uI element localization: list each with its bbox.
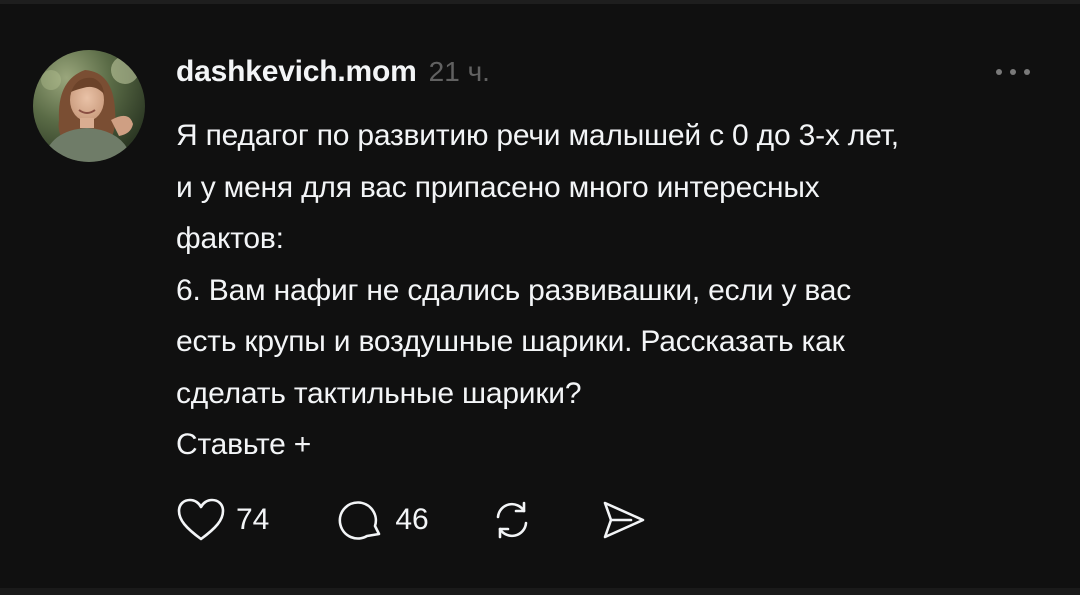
avatar[interactable] [33,50,145,162]
bottom-divider [0,588,1080,595]
heart-icon [176,497,226,543]
post-text-line: фактов: [176,222,284,255]
more-horizontal-icon-dot [1010,69,1016,75]
share-button[interactable] [599,498,647,542]
send-icon [599,498,647,542]
comment-button[interactable]: 46 [337,496,429,544]
like-button[interactable]: 74 [176,497,269,543]
post-text-line: есть крупы и воздушные шарики. Рассказат… [176,325,845,358]
post-actions: 74 46 [176,492,647,548]
more-horizontal-icon [996,69,1002,75]
post-text-line: сделать тактильные шарики? [176,376,582,410]
speech-bubble-icon [337,496,385,544]
post-text-line: и у меня для вас припасено много интерес… [176,170,820,204]
more-horizontal-icon-dot [1024,69,1030,75]
username[interactable]: dashkevich.mom [176,55,417,89]
comment-count: 46 [395,503,429,536]
repost-button[interactable] [489,497,535,543]
more-options-button[interactable] [986,60,1040,84]
timestamp: 21 ч. [428,56,490,87]
post-text-line: Ставьте + [176,428,312,461]
post-text: Я педагог по развитию речи малышей с 0 д… [176,110,1056,471]
thread-post: dashkevich.mom 21 ч. Я педагог по развит… [0,0,1080,588]
post-header: dashkevich.mom 21 ч. [176,52,490,92]
avatar-image [33,50,145,162]
repost-arrows-icon [489,497,535,543]
like-count: 74 [236,503,270,536]
post-text-line: Я педагог по развитию речи малышей с 0 д… [176,119,899,152]
post-text-line: 6. Вам нафиг не сдались развивашки, если… [176,273,852,307]
